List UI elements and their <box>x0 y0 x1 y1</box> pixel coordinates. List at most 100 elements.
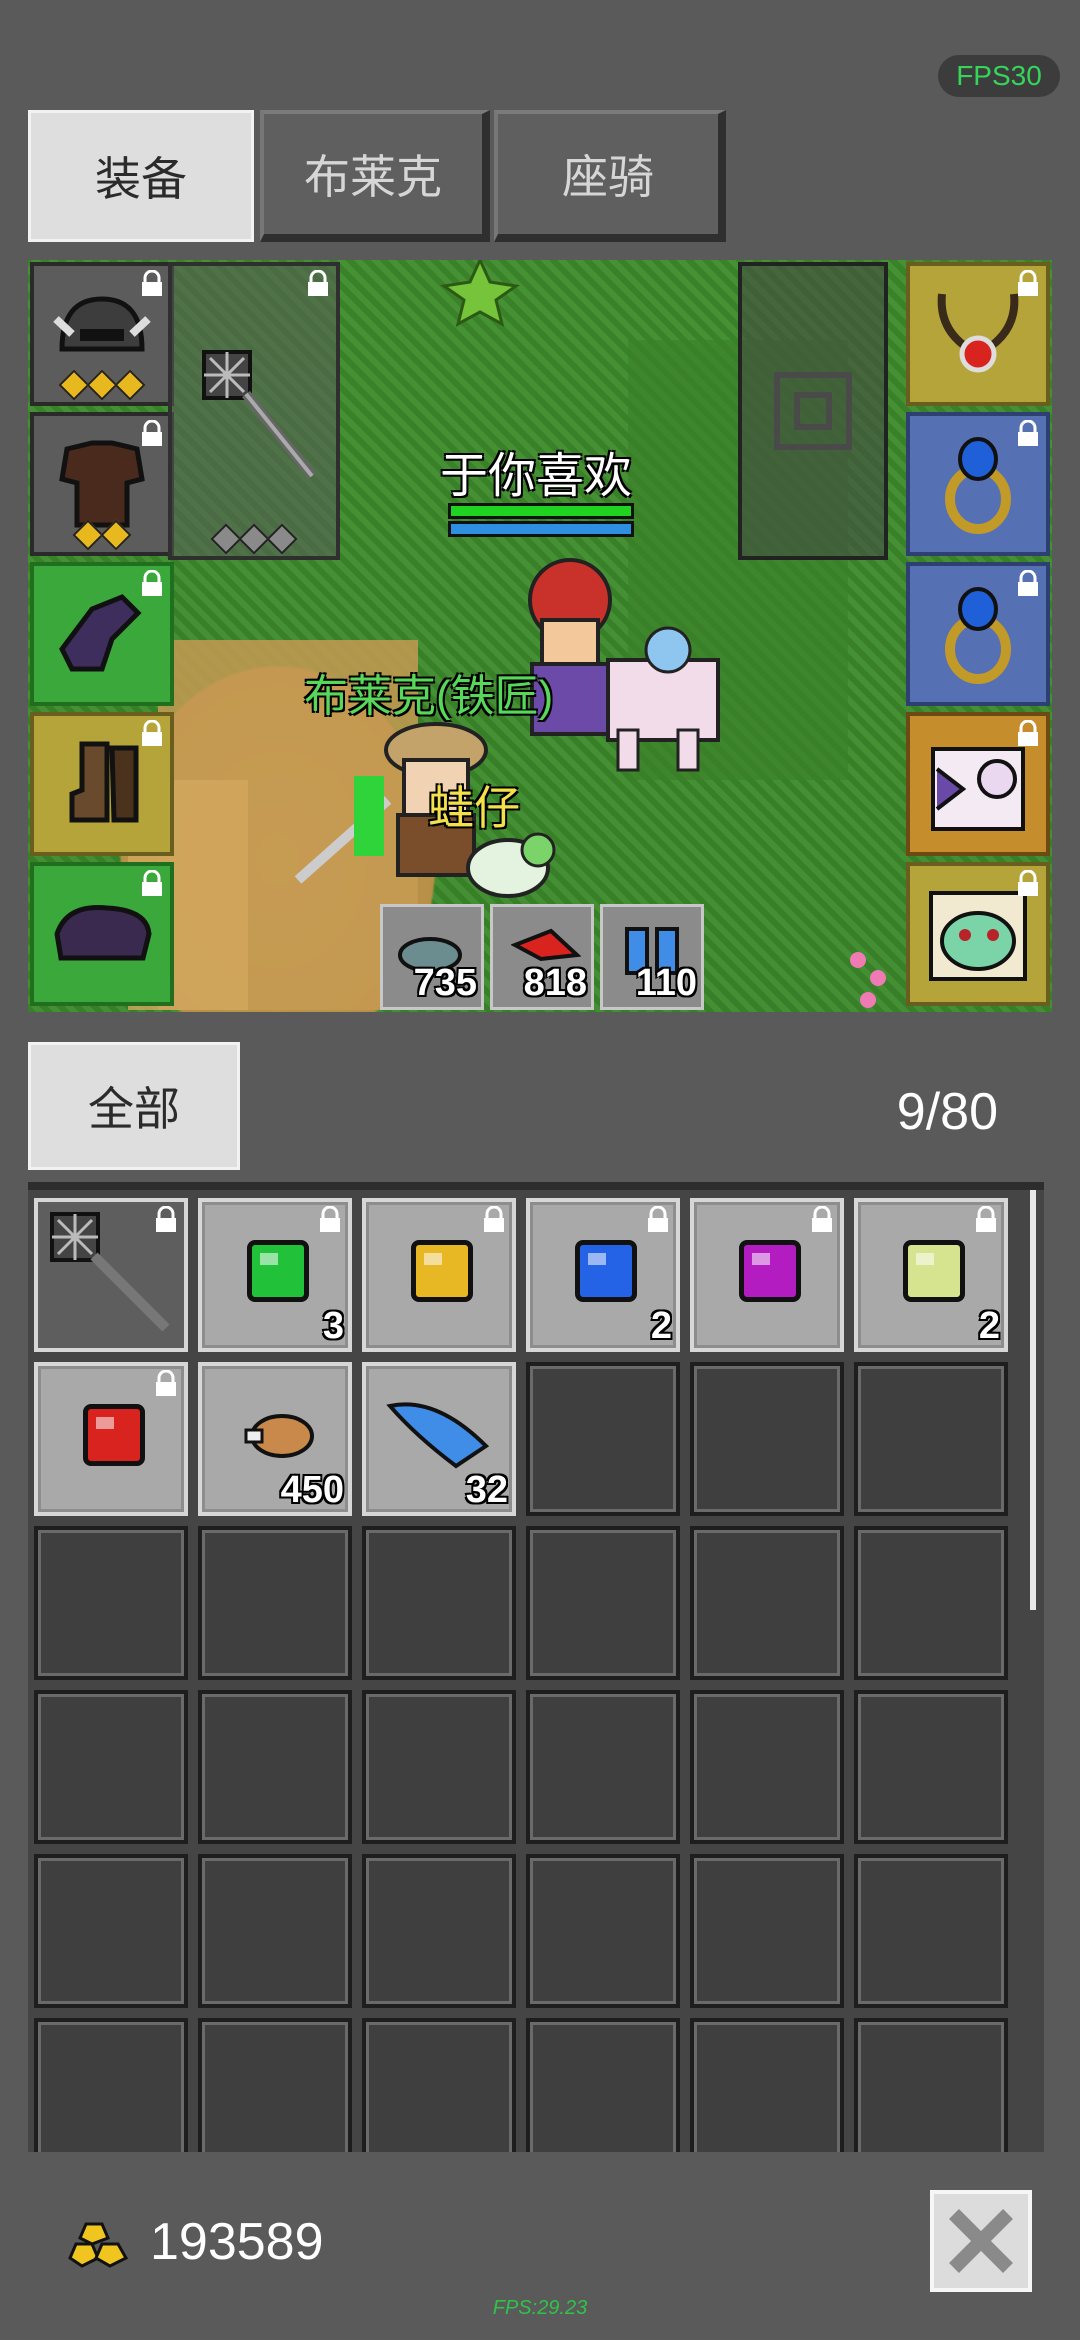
inventory-slot-empty[interactable] <box>854 1690 1008 1844</box>
tab-blake[interactable]: 布莱克 <box>260 110 490 242</box>
inventory-slot[interactable] <box>34 1198 188 1352</box>
inventory-slot[interactable]: 3 <box>198 1198 352 1352</box>
inventory-slot-empty[interactable] <box>854 1526 1008 1680</box>
inventory-slot-empty[interactable] <box>690 1362 844 1516</box>
inventory-slot-empty[interactable] <box>34 1690 188 1844</box>
inventory-slot-empty[interactable] <box>690 2018 844 2152</box>
equip-slot-ring-1[interactable] <box>906 412 1050 556</box>
lock-icon <box>140 869 164 898</box>
lock-icon <box>1016 419 1040 448</box>
lock-icon <box>646 1205 670 1234</box>
inventory-slot-empty[interactable] <box>362 1690 516 1844</box>
inventory-slot-empty[interactable] <box>362 2018 516 2152</box>
blue-feather-icon <box>386 1402 490 1469</box>
lock-icon <box>974 1205 998 1234</box>
armor-icon <box>59 440 145 528</box>
lock-icon <box>140 419 164 448</box>
inventory-slot-empty[interactable] <box>362 1854 516 2008</box>
equip-slot-cape[interactable] <box>30 862 174 1006</box>
lock-icon <box>810 1205 834 1234</box>
inventory-slot-empty[interactable] <box>198 1526 352 1680</box>
equip-slot-helmet[interactable] <box>30 262 174 406</box>
inventory-slot-empty[interactable] <box>690 1854 844 2008</box>
gem-icon <box>83 1404 145 1466</box>
ring-icon <box>945 437 1011 534</box>
item-quantity: 3 <box>322 1305 344 1347</box>
inventory-slot[interactable] <box>690 1198 844 1352</box>
lock-icon <box>318 1205 342 1234</box>
inventory-slot-empty[interactable] <box>854 1854 1008 2008</box>
equip-slot-boots[interactable] <box>30 712 174 856</box>
inventory-slot-empty[interactable] <box>690 1526 844 1680</box>
player-name: 于你喜欢 <box>440 450 633 503</box>
helmet-icon <box>53 296 151 352</box>
gem-icon <box>903 1240 965 1302</box>
inventory-slot-empty[interactable] <box>854 2018 1008 2152</box>
inventory-slot-empty[interactable] <box>526 1362 680 1516</box>
equip-slot-gloves[interactable] <box>30 562 174 706</box>
close-button[interactable] <box>930 2190 1032 2292</box>
inventory-slot-empty[interactable] <box>34 2018 188 2152</box>
inventory-slot-empty[interactable] <box>690 1690 844 1844</box>
empty-display-slot[interactable] <box>738 262 888 560</box>
necklace-icon <box>937 293 1019 373</box>
hp-bar <box>448 503 634 519</box>
placeholder-icon <box>774 372 852 450</box>
equip-slot-ring-2[interactable] <box>906 562 1050 706</box>
inventory-slot-empty[interactable] <box>526 2018 680 2152</box>
inventory-slot-empty[interactable] <box>526 1526 680 1680</box>
equip-slot-necklace[interactable] <box>906 262 1050 406</box>
meat-icon <box>244 1414 314 1458</box>
inventory-slot-empty[interactable] <box>34 1854 188 2008</box>
inventory-slot[interactable]: 32 <box>362 1362 516 1516</box>
lock-icon <box>154 1369 178 1398</box>
lock-icon <box>306 269 330 298</box>
item-quantity: 2 <box>978 1305 1000 1347</box>
fps-badge: FPS30 <box>938 55 1060 97</box>
inventory-scrollbar[interactable] <box>1030 1190 1036 1610</box>
lock-icon <box>482 1205 506 1234</box>
inventory-slot-empty[interactable] <box>362 1526 516 1680</box>
tab-equipment[interactable]: 装备 <box>28 110 254 242</box>
boots-icon <box>69 741 139 823</box>
resource-ore[interactable]: 735 <box>380 904 484 1010</box>
fps-readout: FPS:29.23 <box>492 2297 588 2319</box>
equip-slot-mount[interactable] <box>906 712 1050 856</box>
lock-icon <box>140 719 164 748</box>
inventory-slot-empty[interactable] <box>34 1526 188 1680</box>
lock-icon <box>140 569 164 598</box>
gem-icon <box>411 1240 473 1302</box>
inventory-slot-empty[interactable] <box>198 2018 352 2152</box>
inventory-grid: 3 2 2 450 32 <box>28 1182 1044 2152</box>
frog-pet-sprite <box>466 832 556 898</box>
mp-bar <box>448 521 634 537</box>
cape-icon <box>54 905 152 961</box>
tab-mount[interactable]: 座骑 <box>494 110 726 242</box>
item-quantity: 32 <box>465 1469 508 1511</box>
equip-slot-weapon[interactable] <box>168 262 340 560</box>
item-quantity: 450 <box>280 1469 344 1511</box>
resource-potion[interactable]: 110 <box>600 904 704 1010</box>
lock-icon <box>154 1205 178 1234</box>
lock-icon <box>1016 869 1040 898</box>
equip-slot-pet[interactable] <box>906 862 1050 1006</box>
inventory-slot-empty[interactable] <box>854 1362 1008 1516</box>
inventory-slot[interactable]: 2 <box>526 1198 680 1352</box>
inventory-slot-empty[interactable] <box>526 1854 680 2008</box>
inventory-slot-empty[interactable] <box>198 1854 352 2008</box>
inventory-slot[interactable] <box>34 1362 188 1516</box>
close-icon <box>949 2209 1013 2273</box>
inventory-slot[interactable]: 2 <box>854 1198 1008 1352</box>
lock-icon <box>1016 719 1040 748</box>
gold-amount: 193589 <box>150 2213 324 2271</box>
inventory-slot-empty[interactable] <box>526 1690 680 1844</box>
filter-tab-all[interactable]: 全部 <box>28 1042 240 1170</box>
inventory-slot-empty[interactable] <box>198 1690 352 1844</box>
resource-feather[interactable]: 818 <box>490 904 594 1010</box>
bag-capacity: 9/80 <box>896 1083 998 1141</box>
pet-name: 蛙仔 <box>428 782 520 834</box>
inventory-slot[interactable]: 450 <box>198 1362 352 1516</box>
inventory-slot[interactable] <box>362 1198 516 1352</box>
equip-slot-armor[interactable] <box>30 412 174 556</box>
npc-name: 布莱克(铁匠) <box>304 672 554 721</box>
